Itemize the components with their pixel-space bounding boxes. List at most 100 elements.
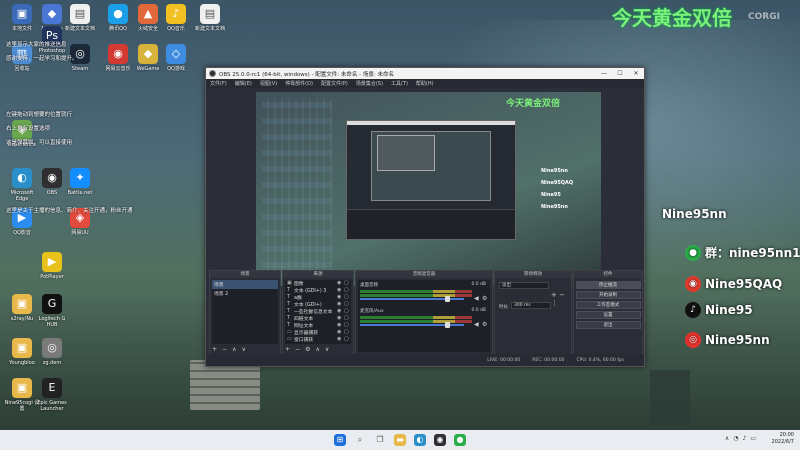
source-item[interactable]: T 文本 (GDI+) ◉ ▢ [285, 301, 351, 309]
obs-icon[interactable]: ◉ [434, 434, 446, 446]
source-item[interactable]: ▭ 窗口捕获 ◉ ▢ [285, 336, 351, 344]
source-item[interactable]: ▣ 图像 ◉ ▢ [285, 280, 351, 288]
menu-item[interactable]: 帮助(H) [416, 80, 434, 87]
visibility-eye-icon[interactable]: ◉ [337, 330, 342, 335]
mixer-channel-label: 桌面音频 [360, 283, 378, 288]
obs-menubar: 文件(F) 编辑(E) 视图(V) 停靠部件(D) 配置文件(P) 场景集合(S) 工具(T… [206, 79, 644, 88]
source-item[interactable]: Ta群 ◉ ▢ [285, 294, 351, 302]
speaker-icon[interactable]: ◀ [474, 322, 480, 328]
duration-input[interactable]: 300 ms [511, 302, 551, 309]
scene-item[interactable]: 场景 [212, 280, 278, 289]
desktop-icon-glyph: ▲ [138, 4, 158, 24]
start-icon[interactable]: ⊞ [334, 434, 346, 446]
menu-item[interactable]: 场景集合(S) [356, 80, 383, 87]
visibility-eye-icon[interactable]: ◉ [337, 288, 342, 293]
visibility-eye-icon[interactable]: ◉ [337, 302, 342, 307]
visibility-eye-icon[interactable]: ◉ [337, 337, 342, 342]
remove-transition-button[interactable]: − [559, 291, 565, 299]
menu-item[interactable]: 视图(V) [260, 80, 277, 87]
volume-icon[interactable]: ♪ [742, 435, 746, 442]
menu-item[interactable]: 配置文件(P) [321, 80, 348, 87]
source-settings-gear-icon[interactable]: ⚙ [305, 346, 310, 353]
lock-icon[interactable]: ▢ [344, 281, 349, 286]
menu-item[interactable]: 文件(F) [210, 80, 227, 87]
scene-up-button[interactable]: ∧ [232, 346, 236, 353]
speaker-icon[interactable]: ◀ [474, 296, 480, 302]
menu-item[interactable]: 停靠部件(D) [285, 80, 313, 87]
desktop-icon[interactable]: Ps Photoshop [34, 26, 70, 54]
source-item[interactable]: ▭ 显示器捕获 ◉ ▢ [285, 329, 351, 337]
task-view-icon[interactable]: ❐ [374, 434, 386, 446]
visibility-eye-icon[interactable]: ◉ [337, 309, 342, 314]
lock-icon[interactable]: ▢ [344, 309, 349, 314]
menu-item[interactable]: 工具(T) [391, 80, 408, 87]
visibility-eye-icon[interactable]: ◉ [337, 281, 342, 286]
desktop-icon[interactable]: ▣ s2ray/Nu [4, 294, 40, 322]
source-down-button[interactable]: ∨ [325, 346, 329, 353]
desktop-icon[interactable]: ♪ QQ音乐 [158, 4, 194, 32]
lock-icon[interactable]: ▢ [344, 302, 349, 307]
scene-item[interactable]: 场景 2 [212, 289, 278, 298]
control-button[interactable]: 工作室模式 [575, 301, 641, 309]
add-scene-button[interactable]: + [212, 346, 217, 353]
desktop-icon[interactable]: ▶ PotPlayer [34, 252, 70, 280]
wechat-icon[interactable]: ● [454, 434, 466, 446]
lock-icon[interactable]: ▢ [344, 295, 349, 300]
transition-menu-icon[interactable]: ⋮ [551, 299, 558, 307]
close-icon[interactable]: ✕ [628, 70, 644, 77]
visibility-eye-icon[interactable]: ◉ [337, 323, 342, 328]
control-button[interactable]: 停止推流 [575, 281, 641, 289]
desktop-icon[interactable]: E Epic Games Launcher [34, 378, 70, 412]
control-button[interactable]: 设置 [575, 311, 641, 319]
lock-icon[interactable]: ▢ [344, 288, 349, 293]
desktop-icon[interactable]: ◇ QQ游戏 [158, 44, 194, 72]
source-label: 窗口捕获 [294, 338, 314, 343]
transition-type-select[interactable]: 淡出 [499, 282, 549, 289]
minimize-icon[interactable]: — [596, 70, 612, 77]
visibility-eye-icon[interactable]: ◉ [337, 316, 342, 321]
desktop-icon[interactable]: ◎ zg.dem [34, 338, 70, 366]
menu-item[interactable]: 编辑(E) [235, 80, 252, 87]
source-up-button[interactable]: ∧ [315, 346, 319, 353]
source-label: 显示器捕获 [294, 331, 318, 336]
gear-icon[interactable]: ⚙ [482, 322, 488, 328]
source-item[interactable]: T 四链文本 ◉ ▢ [285, 315, 351, 323]
source-item[interactable]: T 一些社群信息文本 ◉ ▢ [285, 308, 351, 316]
level-meter [360, 290, 472, 293]
volume-slider-handle[interactable] [445, 296, 450, 302]
battery-icon[interactable]: ▭ [750, 435, 756, 442]
obs-titlebar[interactable]: OBS 25.0.0-rc1 (64-bit, windows) - 配置文件:… [206, 68, 644, 79]
network-icon[interactable]: ◔ [733, 435, 738, 442]
scene-down-button[interactable]: ∨ [241, 346, 245, 353]
maximize-icon[interactable]: ☐ [612, 70, 628, 77]
obs-preview[interactable]: 今天黄金双倍 Nine95nn Nine95QAQ Nine95 Nine95nn [256, 92, 601, 286]
lock-icon[interactable]: ▢ [344, 323, 349, 328]
lock-icon[interactable]: ▢ [344, 337, 349, 342]
control-button[interactable]: 退出 [575, 321, 641, 329]
control-button[interactable]: 开始录制 [575, 291, 641, 299]
lock-icon[interactable]: ▢ [344, 330, 349, 335]
lock-icon[interactable]: ▢ [344, 316, 349, 321]
chevron-up-icon[interactable]: ∧ [725, 435, 729, 442]
desktop-icon-glyph: ♪ [166, 4, 186, 24]
source-item[interactable]: T 文本 (GDI+) 3 ◉ ▢ [285, 287, 351, 295]
source-label: 网址文本 [294, 324, 314, 329]
add-source-button[interactable]: + [285, 346, 290, 353]
source-item[interactable]: T 网址文本 ◉ ▢ [285, 322, 351, 330]
desktop-icon[interactable]: ▤ 新建文本文档 [192, 4, 228, 32]
file-explorer-icon[interactable]: ▬ [394, 434, 406, 446]
remove-scene-button[interactable]: − [222, 346, 227, 353]
visibility-eye-icon[interactable]: ◉ [337, 295, 342, 300]
gear-icon[interactable]: ⚙ [482, 296, 488, 302]
search-icon[interactable]: ⌕ [354, 434, 366, 446]
obs-window[interactable]: OBS 25.0.0-rc1 (64-bit, windows) - 配置文件:… [205, 67, 645, 367]
desktop-icon[interactable]: ✦ Battle.net [62, 168, 98, 196]
preview-social-handle: Nine95nn [541, 204, 568, 210]
add-transition-button[interactable]: + [551, 291, 557, 299]
volume-slider-handle[interactable] [445, 322, 450, 328]
clock[interactable]: 20:00 2022/6/7 [772, 432, 794, 446]
desktop-icon-glyph: ▣ [12, 378, 32, 398]
remove-source-button[interactable]: − [295, 346, 300, 353]
corgi-logo: CORGI [748, 12, 780, 22]
edge-icon[interactable]: ◐ [414, 434, 426, 446]
